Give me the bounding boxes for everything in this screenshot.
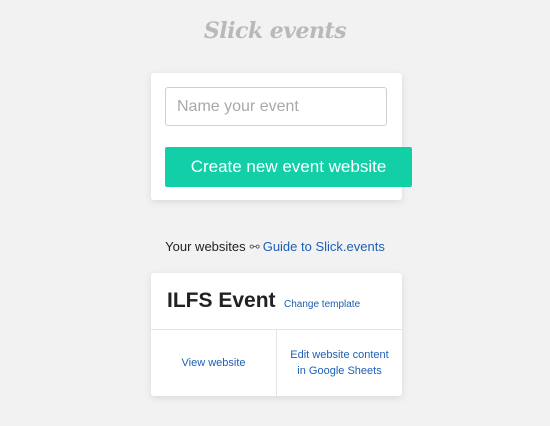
websites-section-header: Your websites ⚯ Guide to Slick.events — [0, 239, 550, 254]
guide-link[interactable]: Guide to Slick.events — [263, 239, 385, 254]
view-website-link[interactable]: View website — [151, 330, 276, 396]
edit-in-google-sheets-link[interactable]: Edit website content in Google Sheets — [276, 330, 402, 396]
event-name-input[interactable] — [165, 87, 387, 126]
website-title: ILFS Event — [167, 289, 276, 312]
create-website-button[interactable]: Create new event website — [165, 147, 412, 187]
link-icon: ⚯ — [249, 240, 260, 254]
website-card-actions: View website Edit website content in Goo… — [151, 330, 402, 396]
change-template-link[interactable]: Change template — [284, 299, 360, 310]
website-card: ILFS Event Change template View website … — [151, 273, 402, 396]
create-event-card: Create new event website — [151, 73, 412, 200]
your-websites-label: Your websites — [165, 239, 246, 254]
website-card-header: ILFS Event Change template — [151, 273, 402, 330]
app-logo: Slick events — [203, 18, 347, 44]
